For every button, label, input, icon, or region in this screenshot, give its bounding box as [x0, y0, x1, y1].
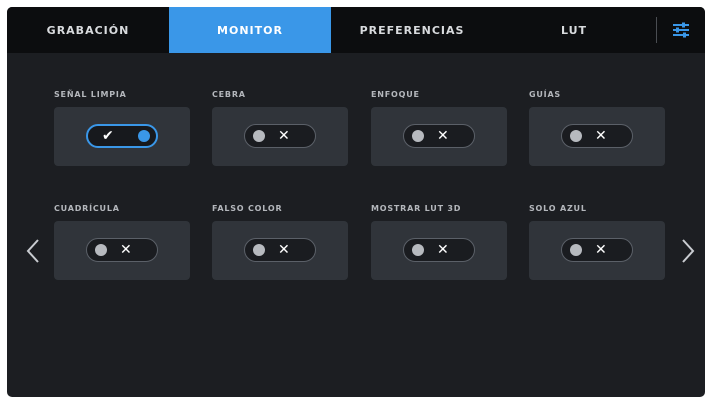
close-icon: ✕ [278, 128, 290, 144]
toggle-label: SOLO AZUL [529, 204, 587, 213]
solo-azul-toggle[interactable]: ✕ [561, 238, 633, 262]
sliders-icon [673, 22, 689, 38]
toggle-tile: ✕ [529, 221, 665, 280]
tab-lut[interactable]: LUT [493, 7, 655, 53]
enfoque-toggle[interactable]: ✕ [403, 124, 475, 148]
monitor-settings-screen: GRABACIÓN MONITOR PREFERENCIAS LUT SEÑAL… [7, 7, 705, 397]
guias-toggle[interactable]: ✕ [561, 124, 633, 148]
toggle-label: GUÍAS [529, 90, 561, 99]
toggle-label: MOSTRAR LUT 3D [371, 204, 462, 213]
toggle-knob [253, 130, 265, 142]
close-icon: ✕ [595, 128, 607, 144]
toggle-tile: ✕ [212, 221, 348, 280]
chevron-right-icon [682, 239, 695, 263]
toggle-knob [412, 244, 424, 256]
tab-bar: GRABACIÓN MONITOR PREFERENCIAS LUT [7, 7, 705, 53]
toggle-knob [570, 244, 582, 256]
check-icon: ✔ [102, 128, 114, 144]
tab-preferencias[interactable]: PREFERENCIAS [331, 7, 493, 53]
toggle-knob [412, 130, 424, 142]
tab-grabacion[interactable]: GRABACIÓN [7, 7, 169, 53]
toggle-label: ENFOQUE [371, 90, 420, 99]
close-icon: ✕ [437, 242, 449, 258]
toggle-tile: ✔ [54, 107, 190, 166]
settings-button[interactable] [657, 7, 705, 53]
tab-label: MONITOR [217, 23, 283, 37]
toggle-knob [95, 244, 107, 256]
previous-page-button[interactable] [21, 233, 45, 269]
next-page-button[interactable] [676, 233, 700, 269]
toggle-tile: ✕ [371, 221, 507, 280]
toggle-tile: ✕ [212, 107, 348, 166]
tab-label: GRABACIÓN [46, 23, 130, 37]
close-icon: ✕ [278, 242, 290, 258]
chevron-left-icon [26, 239, 39, 263]
falso-color-toggle[interactable]: ✕ [244, 238, 316, 262]
toggle-label: FALSO COLOR [212, 204, 283, 213]
toggle-knob [138, 130, 150, 142]
toggle-tile: ✕ [529, 107, 665, 166]
toggle-tile: ✕ [371, 107, 507, 166]
close-icon: ✕ [437, 128, 449, 144]
tab-label: LUT [560, 23, 588, 37]
toggle-knob [570, 130, 582, 142]
close-icon: ✕ [595, 242, 607, 258]
toggle-label: CEBRA [212, 90, 246, 99]
cebra-toggle[interactable]: ✕ [244, 124, 316, 148]
mostrar-lut-3d-toggle[interactable]: ✕ [403, 238, 475, 262]
toggle-label: CUADRÍCULA [54, 204, 120, 213]
close-icon: ✕ [120, 242, 132, 258]
toggle-knob [253, 244, 265, 256]
tab-label: PREFERENCIAS [359, 23, 465, 37]
senal-limpia-toggle[interactable]: ✔ [86, 124, 158, 148]
toggle-tile: ✕ [54, 221, 190, 280]
toggle-label: SEÑAL LIMPIA [54, 90, 127, 99]
tab-monitor[interactable]: MONITOR [169, 7, 331, 53]
cuadricula-toggle[interactable]: ✕ [86, 238, 158, 262]
